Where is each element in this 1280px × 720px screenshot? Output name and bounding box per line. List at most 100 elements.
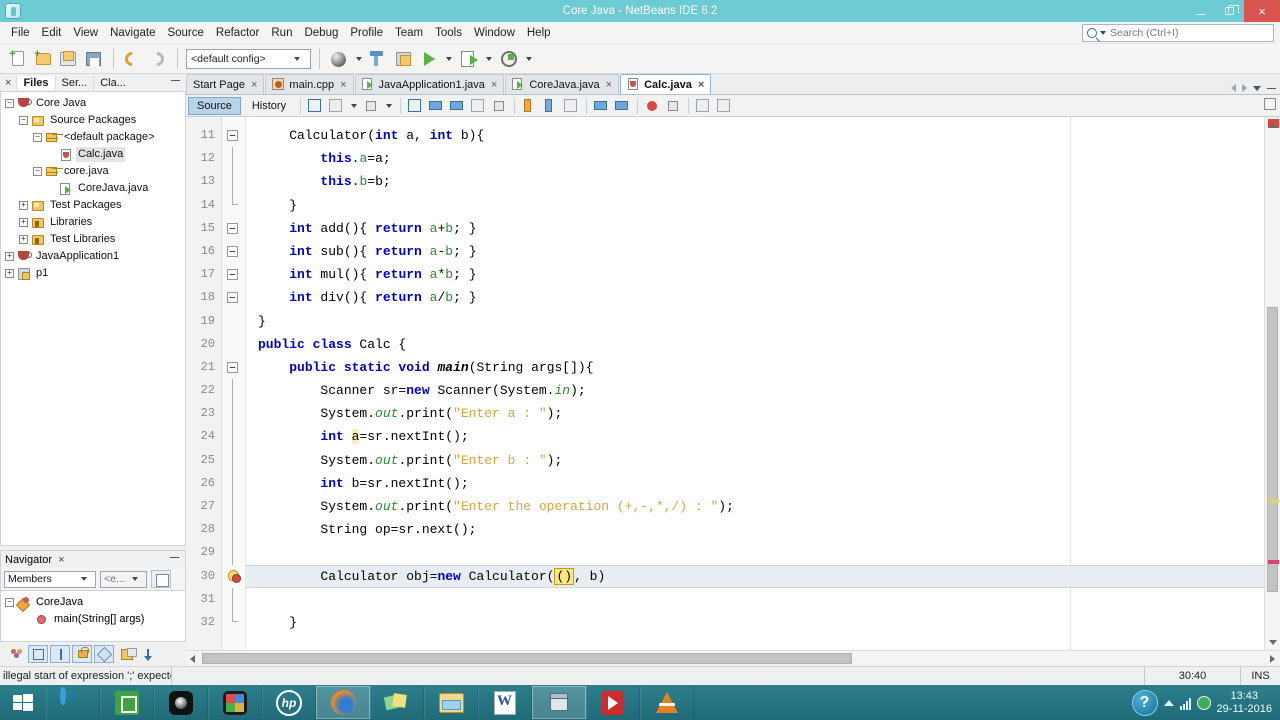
hscroll-thumb[interactable] bbox=[202, 653, 852, 664]
save-all-icon[interactable] bbox=[83, 48, 105, 70]
scroll-thumb[interactable] bbox=[1267, 307, 1278, 592]
fold-row[interactable] bbox=[222, 541, 245, 565]
fold-toggle-icon[interactable] bbox=[227, 130, 238, 141]
menu-source[interactable]: Source bbox=[161, 25, 209, 41]
chevron-down-icon[interactable] bbox=[386, 103, 393, 108]
record-icon[interactable] bbox=[643, 97, 662, 115]
minimize-panel-icon[interactable] bbox=[171, 80, 180, 81]
code-line[interactable]: Calculator(int a, int b){ bbox=[246, 124, 1264, 147]
error-marker[interactable] bbox=[1268, 560, 1279, 564]
fold-row[interactable] bbox=[222, 147, 245, 171]
code-editor[interactable]: 11 12 13 14 15 16 17 18 19 20 21 22 23 24 25 26 27 28 29 30… bbox=[186, 117, 1280, 650]
fold-toggle-icon[interactable] bbox=[227, 292, 238, 304]
fold-row[interactable] bbox=[222, 333, 245, 356]
last-edit-icon[interactable] bbox=[306, 97, 325, 115]
shift-left-icon[interactable] bbox=[562, 97, 581, 115]
lock-icon[interactable] bbox=[72, 645, 92, 663]
package-open-icon[interactable] bbox=[116, 645, 137, 663]
navigator-filter-select[interactable]: <e... bbox=[100, 570, 147, 588]
fold-row[interactable] bbox=[222, 610, 245, 634]
menu-help[interactable]: Help bbox=[521, 25, 557, 41]
taskbar-camera[interactable] bbox=[154, 686, 208, 719]
next-bookmark-icon[interactable] bbox=[448, 97, 467, 115]
editor-options-icon[interactable] bbox=[1264, 98, 1276, 110]
tree-node-core-package[interactable]: − core.java bbox=[3, 163, 185, 180]
editor-horizontal-scrollbar[interactable] bbox=[186, 650, 1280, 666]
uncomment-icon[interactable] bbox=[715, 97, 734, 115]
tree-node-test-packages[interactable]: + Test Packages bbox=[3, 197, 185, 214]
fold-toggle-icon[interactable] bbox=[227, 222, 238, 234]
code-line[interactable]: int sub(){ return a-b; } bbox=[246, 240, 1264, 263]
hammer-icon[interactable] bbox=[368, 48, 390, 70]
build-icon[interactable] bbox=[328, 48, 350, 70]
fold-row[interactable] bbox=[222, 495, 245, 519]
close-tab-icon[interactable]: × bbox=[606, 79, 612, 91]
expand-toggle[interactable]: + bbox=[5, 252, 14, 261]
download-arrow-icon[interactable] bbox=[138, 645, 158, 663]
code-line[interactable] bbox=[246, 541, 1264, 564]
clean-icon[interactable] bbox=[393, 48, 415, 70]
fold-row[interactable] bbox=[222, 448, 245, 472]
tab-classes[interactable]: Cla... bbox=[93, 75, 132, 90]
new-file-icon[interactable]: + bbox=[8, 48, 30, 70]
taskbar-firefox[interactable] bbox=[316, 686, 370, 719]
close-button[interactable]: × bbox=[1244, 0, 1280, 22]
new-project-icon[interactable]: + bbox=[33, 48, 55, 70]
code-fold-bar[interactable] bbox=[222, 117, 246, 650]
error-hint-icon[interactable] bbox=[228, 569, 241, 583]
tree-node-javaapplication1[interactable]: + JavaApplication1 bbox=[3, 248, 185, 265]
menu-profile[interactable]: Profile bbox=[344, 25, 389, 41]
help-button[interactable]: ? bbox=[1131, 689, 1158, 716]
tab-services[interactable]: Ser... bbox=[54, 75, 94, 90]
taskbar-word[interactable] bbox=[478, 686, 532, 719]
expand-toggle[interactable]: − bbox=[33, 133, 42, 142]
taskbar-sticky-notes[interactable] bbox=[370, 686, 424, 719]
expand-toggle[interactable]: + bbox=[5, 269, 14, 278]
filter-icon[interactable] bbox=[151, 570, 171, 588]
stop-icon[interactable] bbox=[664, 97, 683, 115]
tab-source[interactable]: Source bbox=[188, 96, 241, 115]
scroll-right-button[interactable] bbox=[1270, 654, 1275, 663]
fold-row[interactable] bbox=[222, 240, 245, 263]
navigator-node-corejava[interactable]: − CoreJava bbox=[3, 594, 185, 611]
menu-view[interactable]: View bbox=[67, 25, 104, 41]
chevron-down-icon[interactable] bbox=[351, 103, 358, 108]
code-line[interactable] bbox=[246, 588, 1264, 611]
expand-toggle[interactable]: − bbox=[33, 167, 42, 176]
close-projects-panel-icon[interactable]: × bbox=[0, 77, 16, 89]
code-line[interactable]: } bbox=[246, 310, 1264, 333]
panel-square-icon[interactable] bbox=[28, 645, 48, 663]
code-line[interactable]: public class Calc { bbox=[246, 333, 1264, 356]
sync-status-icon[interactable] bbox=[1196, 695, 1211, 710]
menu-window[interactable]: Window bbox=[468, 25, 521, 41]
tree-node-default-package[interactable]: − <default package> bbox=[3, 129, 185, 146]
editor-tab-calc[interactable]: Calc.java × bbox=[620, 74, 712, 94]
navigator-tree[interactable]: − CoreJava main(String[] args) bbox=[0, 590, 186, 642]
editor-tab-main-cpp[interactable]: main.cpp × bbox=[265, 74, 354, 94]
code-line[interactable]: public static void main(String args[]){ bbox=[246, 356, 1264, 379]
warning-marker[interactable] bbox=[1268, 499, 1279, 503]
members-icon[interactable] bbox=[6, 645, 26, 663]
menu-team[interactable]: Team bbox=[389, 25, 429, 41]
close-tab-icon[interactable]: × bbox=[698, 79, 704, 91]
fold-row[interactable] bbox=[222, 587, 245, 611]
code-line[interactable]: Calculator obj=new Calculator((), b) bbox=[246, 564, 1264, 588]
menu-tools[interactable]: Tools bbox=[429, 25, 468, 41]
fold-row[interactable] bbox=[222, 518, 245, 542]
show-hidden-icons-icon[interactable] bbox=[1163, 699, 1174, 706]
menu-run[interactable]: Run bbox=[265, 25, 298, 41]
chevron-down-icon[interactable] bbox=[294, 56, 300, 61]
taskbar-hp-support[interactable]: hp bbox=[262, 686, 316, 719]
tree-node-source-packages[interactable]: − Source Packages bbox=[3, 112, 185, 129]
comment-icon[interactable] bbox=[694, 97, 713, 115]
fold-row[interactable] bbox=[222, 193, 245, 217]
close-tab-icon[interactable]: × bbox=[251, 79, 257, 91]
minimize-button[interactable] bbox=[1186, 0, 1215, 22]
taskbar-clock[interactable]: 13:43 29-11-2016 bbox=[1217, 690, 1272, 716]
code-line[interactable]: int b=sr.nextInt(); bbox=[246, 472, 1264, 495]
project-tree[interactable]: − Core Java − Source Packages − <default… bbox=[0, 92, 186, 546]
network-signal-icon[interactable] bbox=[1179, 696, 1191, 710]
menu-file[interactable]: File bbox=[5, 25, 36, 41]
code-line[interactable]: System.out.print("Enter a : "); bbox=[246, 402, 1264, 425]
tab-list-icon[interactable] bbox=[1253, 85, 1261, 91]
